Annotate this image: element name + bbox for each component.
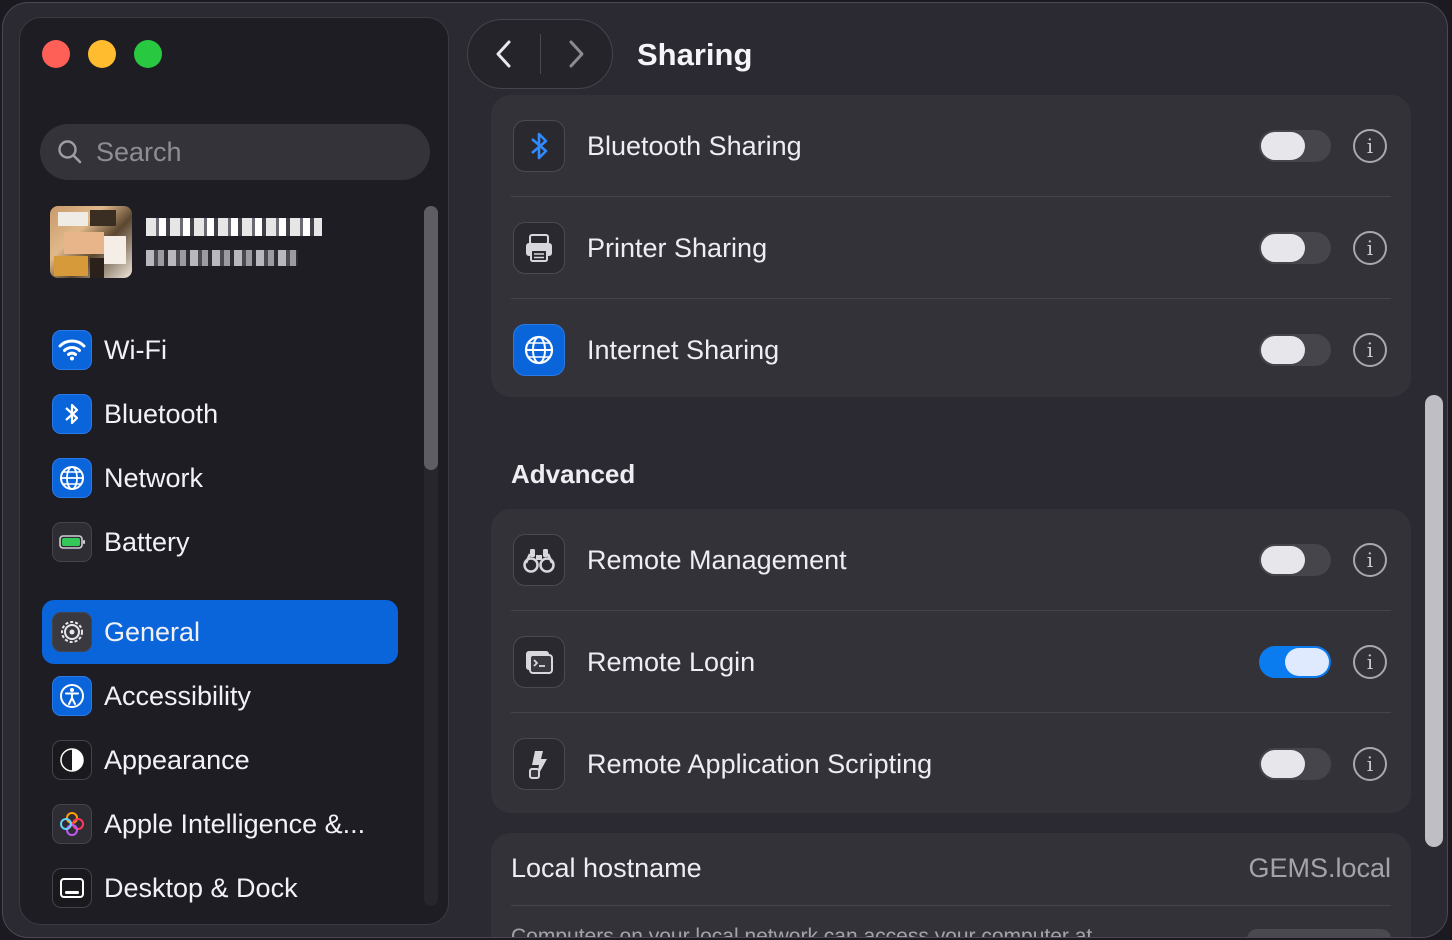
info-icon[interactable]: i — [1353, 129, 1387, 163]
sidebar-scrollbar-thumb[interactable] — [424, 206, 438, 470]
row-label: Remote Application Scripting — [587, 748, 933, 779]
sidebar-scrollbar[interactable] — [424, 206, 438, 906]
back-button[interactable] — [468, 20, 540, 88]
sidebar-item-label: Bluetooth — [104, 398, 219, 429]
search-input[interactable] — [96, 136, 416, 168]
appearance-icon — [52, 740, 92, 780]
profile-name-redacted — [146, 218, 322, 236]
row-label: Remote Login — [587, 646, 756, 677]
hostname-label: Local hostname — [511, 853, 702, 883]
binoculars-icon — [513, 534, 565, 586]
apple-intelligence-icon — [52, 804, 92, 844]
script-icon — [513, 738, 565, 790]
sidebar: Wi-Fi Bluetooth Network Battery General — [19, 17, 449, 925]
section-title-advanced: Advanced — [511, 459, 636, 489]
remote-management-toggle[interactable] — [1259, 544, 1331, 576]
sidebar-item-label: Appearance — [104, 744, 250, 775]
sidebar-item-label: Apple Intelligence &... — [104, 808, 366, 839]
info-icon[interactable]: i — [1353, 231, 1387, 265]
accessibility-icon — [52, 676, 92, 716]
info-icon[interactable]: i — [1353, 645, 1387, 679]
sidebar-item-label: Accessibility — [104, 680, 252, 711]
apple-account-profile[interactable] — [50, 204, 322, 280]
battery-icon — [52, 522, 92, 562]
remote-login-toggle[interactable] — [1259, 646, 1331, 678]
row-remote-application-scripting: Remote Application Scripting i — [491, 713, 1411, 815]
row-label: Internet Sharing — [587, 334, 780, 365]
internet-sharing-toggle[interactable] — [1259, 334, 1331, 366]
sharing-services-card: Bluetooth Sharing i Printer Sharing i In… — [491, 95, 1411, 397]
hostname-description: Computers on your local network can acce… — [511, 925, 1093, 938]
row-label: Bluetooth Sharing — [587, 130, 802, 161]
sidebar-item-bluetooth[interactable]: Bluetooth — [42, 382, 398, 446]
chevron-left-icon — [496, 40, 511, 68]
globe-icon — [52, 458, 92, 498]
bluetooth-icon — [52, 394, 92, 434]
sidebar-item-network[interactable]: Network — [42, 446, 398, 510]
info-icon[interactable]: i — [1353, 543, 1387, 577]
avatar — [50, 206, 132, 278]
profile-subtitle-redacted — [146, 250, 298, 266]
zoom-window-button[interactable] — [134, 40, 162, 68]
printer-icon — [513, 222, 565, 274]
sidebar-item-battery[interactable]: Battery — [42, 510, 398, 574]
chevron-right-icon — [569, 40, 584, 68]
sidebar-item-appearance[interactable]: Appearance — [42, 728, 398, 792]
sidebar-item-accessibility[interactable]: Accessibility — [42, 664, 398, 728]
search-field[interactable] — [40, 124, 430, 180]
row-printer-sharing: Printer Sharing i — [491, 197, 1411, 299]
minimize-window-button[interactable] — [88, 40, 116, 68]
row-remote-login: Remote Login i — [491, 611, 1411, 713]
edit-hostname-button[interactable] — [1247, 929, 1391, 937]
row-label: Printer Sharing — [587, 232, 768, 263]
content-scrollbar[interactable] — [1423, 395, 1445, 847]
row-label: Remote Management — [587, 544, 847, 575]
bluetooth-sharing-toggle[interactable] — [1259, 130, 1331, 162]
row-bluetooth-sharing: Bluetooth Sharing i — [491, 95, 1411, 197]
search-icon — [58, 140, 82, 164]
settings-window: Wi-Fi Bluetooth Network Battery General — [2, 2, 1448, 938]
info-icon[interactable]: i — [1353, 747, 1387, 781]
close-window-button[interactable] — [42, 40, 70, 68]
sidebar-item-desktop-dock[interactable]: Desktop & Dock — [42, 856, 398, 920]
globe-icon — [513, 324, 565, 376]
sidebar-item-label: Desktop & Dock — [104, 872, 298, 903]
sidebar-item-label: General — [104, 616, 201, 647]
page-title: Sharing — [637, 37, 753, 72]
row-remote-management: Remote Management i — [491, 509, 1411, 611]
advanced-card: Remote Management i Remote Login i Remot… — [491, 509, 1411, 813]
desktop-dock-icon — [52, 868, 92, 908]
bluetooth-sharing-icon — [513, 120, 565, 172]
printer-sharing-toggle[interactable] — [1259, 232, 1331, 264]
navigation-buttons — [467, 19, 613, 89]
forward-button[interactable] — [541, 20, 613, 88]
gear-icon — [52, 612, 92, 652]
content-scrollbar-thumb[interactable] — [1425, 395, 1443, 847]
row-internet-sharing: Internet Sharing i — [491, 299, 1411, 401]
remote-application-scripting-toggle[interactable] — [1259, 748, 1331, 780]
info-icon[interactable]: i — [1353, 333, 1387, 367]
wifi-icon — [52, 330, 92, 370]
terminal-icon — [513, 636, 565, 688]
sidebar-item-wifi[interactable]: Wi-Fi — [42, 318, 398, 382]
sidebar-item-apple-intelligence[interactable]: Apple Intelligence &... — [42, 792, 398, 856]
hostname-card: Local hostname GEMS.local Computers on y… — [491, 833, 1411, 938]
sidebar-item-label: Battery — [104, 526, 190, 557]
sidebar-item-general[interactable]: General — [42, 600, 398, 664]
hostname-value: GEMS.local — [1248, 853, 1391, 883]
sidebar-item-label: Wi-Fi — [104, 334, 167, 365]
sidebar-item-label: Network — [104, 462, 204, 493]
